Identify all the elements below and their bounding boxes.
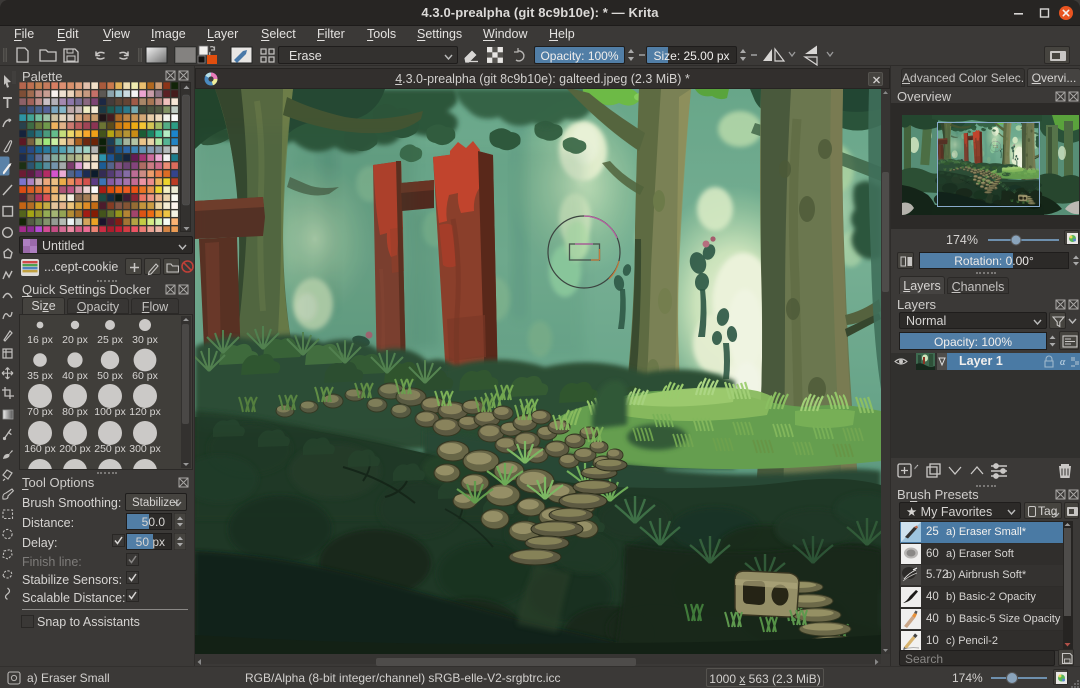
svg-text:250 px: 250 px (94, 443, 126, 455)
svg-text:16 px: 16 px (27, 334, 53, 346)
svg-text:70 px: 70 px (27, 406, 53, 418)
svg-text:25 px: 25 px (97, 334, 123, 346)
svg-text:80 px: 80 px (62, 406, 88, 418)
svg-text:120 px: 120 px (129, 406, 161, 418)
svg-text:200 px: 200 px (59, 443, 91, 455)
svg-text:30 px: 30 px (132, 334, 158, 346)
svg-text:α: α (1060, 357, 1066, 368)
svg-text:160 px: 160 px (24, 443, 56, 455)
svg-text:20 px: 20 px (62, 334, 88, 346)
svg-text:100 px: 100 px (94, 406, 126, 418)
svg-text:60 px: 60 px (132, 370, 158, 382)
svg-text:300 px: 300 px (129, 443, 161, 455)
svg-text:35 px: 35 px (27, 370, 53, 382)
svg-text:40 px: 40 px (62, 370, 88, 382)
svg-text:50 px: 50 px (97, 370, 123, 382)
